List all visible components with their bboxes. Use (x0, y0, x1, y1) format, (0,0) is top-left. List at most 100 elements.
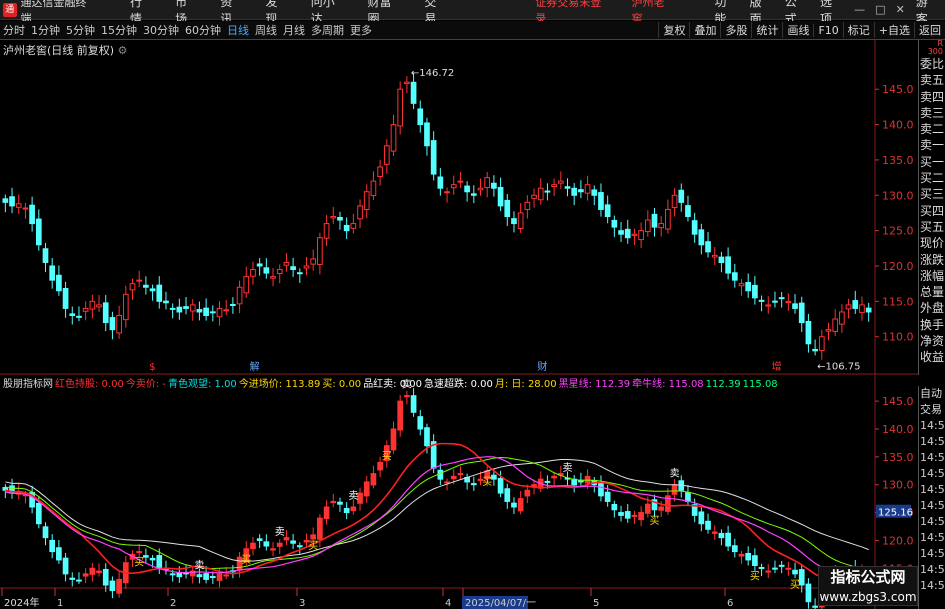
period-fenshi[interactable]: 分时 (0, 22, 28, 38)
sub-candle-body (377, 461, 383, 471)
candle-body (250, 269, 256, 277)
quote-field-label: 总量 (919, 285, 944, 300)
date-axis-label: 1 (57, 598, 63, 609)
sub-candle-body (290, 540, 296, 544)
candle-body (2, 198, 9, 203)
period-daily[interactable]: 日线 (224, 22, 252, 38)
event-marker: 增 (772, 360, 782, 373)
sub-candle-body (323, 506, 330, 520)
candle-body (290, 266, 296, 271)
settings-icon[interactable]: ⚙ (118, 44, 128, 57)
auto-trade-label[interactable]: 交易 (919, 402, 945, 418)
candle-body (444, 191, 450, 194)
buy-signal: 买 (308, 540, 318, 552)
sub-candle-body (276, 542, 283, 547)
sub-candle-body (263, 541, 270, 547)
price-axis-label: 110.0 (882, 331, 914, 344)
candle-body (223, 309, 230, 312)
menu-bar: 通 通达信金融终端 行情 市场 资讯 发现 问小达 财富圈 交易 证券交易未登录… (0, 0, 945, 26)
sub-candle-body (638, 512, 644, 521)
sub-candle-body (792, 569, 798, 575)
draw-line-button[interactable]: 画线 (782, 22, 813, 38)
candle-body (276, 269, 283, 274)
candle-body (665, 208, 671, 230)
candle-body (865, 307, 872, 313)
candle-body (109, 317, 116, 331)
candle-body (370, 180, 377, 197)
sub-candle-body (491, 474, 497, 480)
auto-trade-label[interactable]: 自动 (919, 386, 945, 402)
sub-candle-body (256, 538, 263, 541)
period-15min[interactable]: 15分钟 (98, 22, 140, 38)
period-1min[interactable]: 1分钟 (28, 22, 63, 38)
candle-body (76, 315, 82, 318)
candle-body (651, 213, 658, 228)
f10-button[interactable]: F10 (813, 23, 842, 37)
date-axis-label: 2024年 (4, 596, 39, 609)
minimize-icon[interactable]: — (849, 3, 870, 16)
fuquan-button[interactable]: 复权 (658, 22, 689, 38)
sub-candle-body (35, 502, 42, 525)
sub-axis-label: 120.0 (882, 534, 914, 547)
candle-body (56, 274, 62, 292)
candle-body (644, 219, 651, 233)
main-title-text: 泸州老窖(日线 前复权) (3, 44, 115, 57)
sell-signal: 卖 (348, 490, 358, 502)
period-30min[interactable]: 30分钟 (140, 22, 182, 38)
price-axis-label: 125.0 (882, 225, 914, 238)
sub-candle-body (705, 520, 711, 530)
sub-candle-body (250, 542, 256, 549)
candle-body (557, 180, 564, 184)
tick-time: 14:5 (920, 451, 945, 464)
quote-field-label: 涨幅 (919, 268, 944, 283)
chart-area[interactable]: ←146.72←106.75$解财增 买卖买卖买卖买卖买卖买卖买买卖 145.0… (0, 40, 918, 609)
sell-signal: 卖 (670, 468, 680, 480)
quote-panel-header: R (937, 40, 943, 48)
stats-button[interactable]: 统计 (751, 22, 782, 38)
candle-body (337, 216, 343, 221)
sub-candle-body (812, 605, 818, 608)
candle-body (477, 187, 484, 191)
overlay-button[interactable]: 叠加 (689, 22, 720, 38)
legend-item: 112.39 (705, 379, 741, 390)
period-weekly[interactable]: 周线 (252, 22, 280, 38)
mark-button[interactable]: 标记 (842, 22, 874, 38)
period-60min[interactable]: 60分钟 (182, 22, 224, 38)
candle-body (544, 190, 551, 193)
tick-time: 14:5 (920, 499, 945, 512)
sub-candle-body (698, 511, 705, 525)
event-marker: 解 (250, 360, 260, 373)
close-icon[interactable]: ✕ (891, 3, 910, 16)
sub-candle-body (725, 532, 731, 547)
candle-body (196, 309, 203, 313)
candle-body (42, 248, 49, 263)
quote-field-label: 现价 (919, 236, 944, 251)
current-price-label: 125.16 (878, 508, 913, 519)
candle-body (725, 256, 731, 274)
candle-body (116, 315, 122, 334)
candle-body (136, 279, 143, 282)
sub-candle-body (357, 492, 363, 504)
add-watchlist-button[interactable]: +自选 (873, 22, 914, 38)
candle-body (143, 284, 149, 288)
candle-body (678, 189, 685, 203)
candle-body (537, 187, 544, 201)
period-more[interactable]: 更多 (347, 22, 375, 38)
sub-candle-body (363, 481, 370, 497)
candle-body (497, 186, 504, 207)
back-button[interactable]: 返回 (914, 22, 945, 38)
candle-body (638, 230, 644, 241)
multi-stock-button[interactable]: 多股 (720, 22, 751, 38)
sub-candle-body (62, 557, 69, 575)
period-multi[interactable]: 多周期 (308, 22, 347, 38)
period-5min[interactable]: 5分钟 (63, 22, 98, 38)
sub-axis-label: 145.0 (882, 395, 914, 408)
maximize-icon[interactable]: □ (870, 3, 890, 16)
legend-item: 青色观望: 1.00 (167, 379, 237, 390)
candle-body (69, 313, 76, 317)
buy-signal: 买 (241, 554, 251, 566)
candle-body (772, 300, 778, 303)
period-monthly[interactable]: 月线 (280, 22, 308, 38)
candle-body (631, 233, 638, 236)
sub-candle-body (42, 526, 49, 539)
